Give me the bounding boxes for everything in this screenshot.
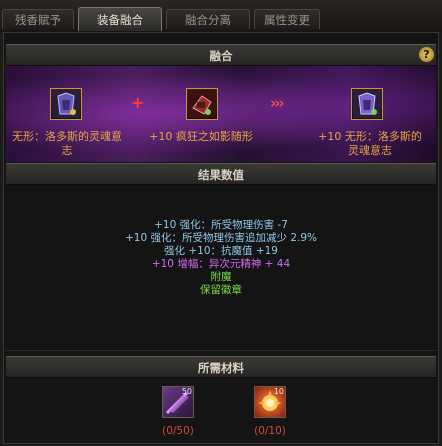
armor-set-icon [52,90,80,118]
plus-sign: + [131,93,145,112]
fusion-material-name: +10 疯狂之如影随形 [149,130,253,143]
tab-attribute-change[interactable]: 属性变更 [254,9,320,29]
tab-bar: 残香賦予 装备融合 融合分离 属性变更 [0,0,442,32]
fusion-title: 融合 [209,49,233,63]
result-stat-line: 强化 +10：抗魔值 +19 [164,245,278,257]
source-equipment-slot[interactable] [50,88,82,120]
tab-fusion-separation[interactable]: 融合分离 [166,9,250,29]
fusion-arrows: ››› [270,94,284,112]
result-stat-line: +10 强化：所受物理伤害追加减少 2.9% [124,232,317,244]
fusion-header: 融合 ? [6,44,436,66]
fusion-result-slot[interactable] [351,88,383,120]
fusion-area: 无形：洛多斯的灵魂意志 + +10 疯狂之如影随形 ››› +10 无形：洛多斯… [6,66,436,162]
material-count: 50 [181,387,192,396]
tab-residual-scent[interactable]: 残香賦予 [2,9,74,29]
fusion-result-name: +10 无形：洛多斯的灵魂意志 [318,130,422,157]
help-icon[interactable]: ? [419,47,434,62]
material-requirement: (0/50) [162,425,194,437]
material-slot-1[interactable]: 50 [162,386,194,418]
results-header: 结果数值 [6,163,436,185]
fusion-material-slot[interactable] [186,88,218,120]
result-stat-line: +10 强化：所受物理伤害 -7 [154,219,288,231]
materials-title: 所需材料 [198,361,244,375]
section-divider [6,350,436,351]
material-requirement: (0/10) [254,425,286,437]
result-stats-list: +10 强化：所受物理伤害 -7 +10 强化：所受物理伤害追加减少 2.9% … [6,219,436,297]
results-title: 结果数值 [198,168,244,182]
tab-equipment-fusion[interactable]: 装备融合 [78,7,162,31]
weapon-icon [188,90,216,118]
armor-set-icon [353,90,381,118]
material-count: 10 [273,387,284,396]
source-equipment-name: 无形：洛多斯的灵魂意志 [12,130,122,157]
result-stat-line: 保留徽章 [200,284,242,296]
result-stat-line: 附魔 [210,271,232,283]
materials-header: 所需材料 [6,356,436,378]
material-slot-2[interactable]: 10 [254,386,286,418]
result-stat-line: +10 增幅：异次元精神 + 44 [151,258,291,270]
